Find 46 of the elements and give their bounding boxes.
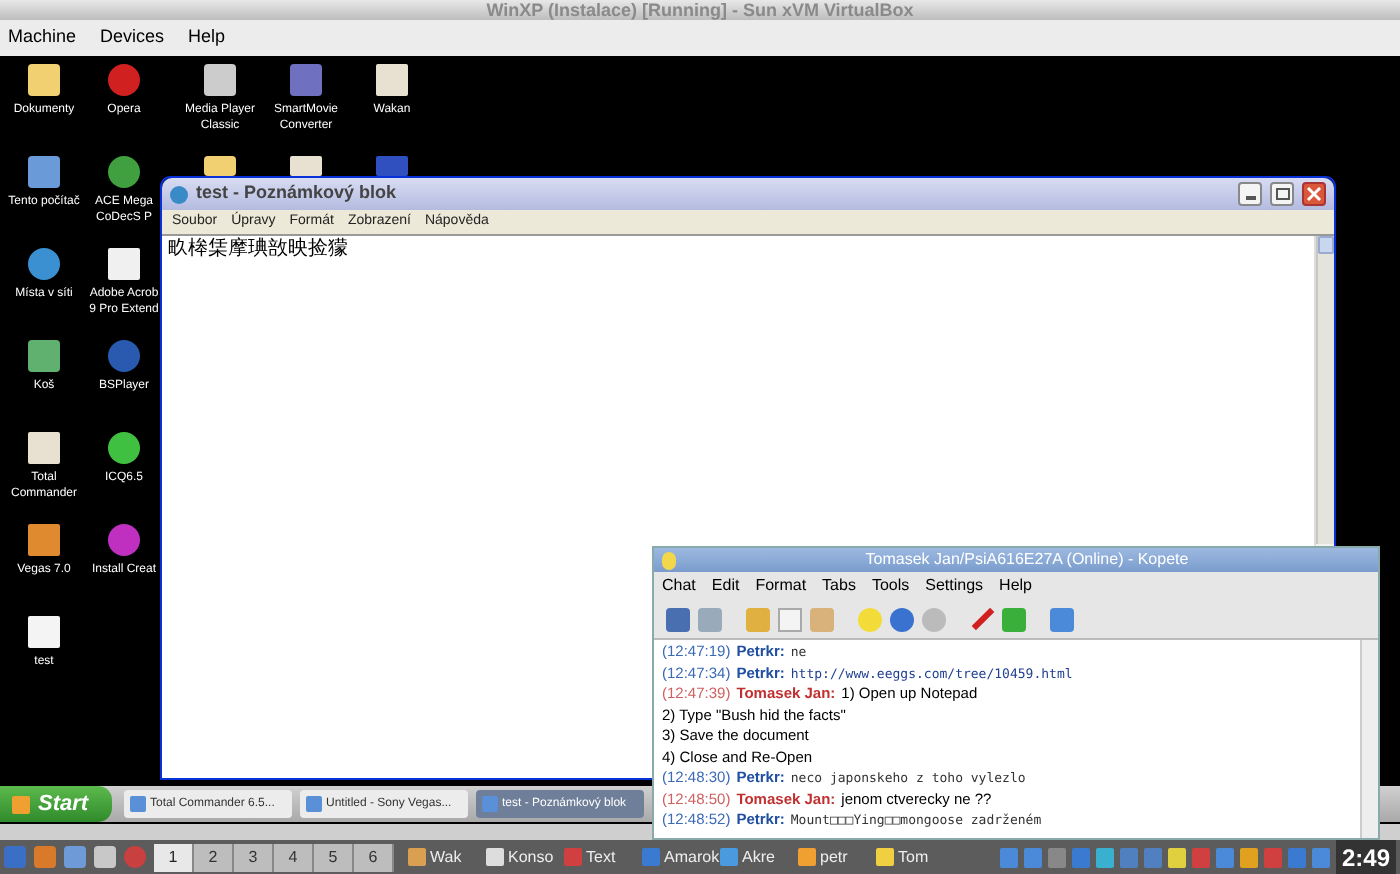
app-icon — [876, 848, 894, 866]
desktop-button[interactable]: 4 — [274, 843, 314, 871]
app-icon — [130, 796, 146, 812]
desktop-button[interactable]: 2 — [194, 843, 234, 871]
menu-item[interactable]: Machine — [8, 24, 77, 52]
app-icon — [798, 848, 816, 866]
scrollbar[interactable] — [1316, 236, 1334, 544]
menu-item[interactable]: Edit — [711, 574, 740, 598]
app-icon — [482, 796, 498, 812]
menu-item[interactable]: Chat — [662, 574, 696, 598]
desktop-button[interactable]: 1 — [154, 843, 194, 871]
close-button[interactable] — [1302, 182, 1326, 206]
window-title: Tomasek Jan/PsiA616E27A (Online) - Kopete — [863, 548, 1191, 572]
menu-item[interactable]: Help — [188, 24, 226, 52]
app-icon — [720, 848, 738, 866]
desktop-button[interactable]: 3 — [234, 843, 274, 871]
window-title: WinXP (Instalace) [Running] - Sun xVM VirtualBox — [486, 0, 914, 20]
desktop-button[interactable]: 6 — [354, 843, 394, 871]
menu-item[interactable]: Tools — [871, 574, 910, 598]
scrollbar[interactable] — [1360, 640, 1378, 838]
task-button[interactable]: Text — [564, 843, 636, 871]
menu-item[interactable]: Tabs — [822, 574, 856, 598]
task-button[interactable]: Wak — [408, 843, 480, 871]
app-icon — [564, 848, 582, 866]
task-button[interactable]: petr — [798, 843, 870, 871]
menu-item[interactable]: Devices — [100, 24, 165, 52]
app-icon — [408, 848, 426, 866]
app-icon[interactable] — [108, 524, 140, 556]
document-text: 畂桳栠摩琠敨映捡獴 — [166, 236, 350, 262]
task-button[interactable]: Tom — [876, 843, 948, 871]
app-icon[interactable] — [108, 156, 140, 188]
start-label: Start — [38, 789, 89, 820]
task-button[interactable]: Konso — [486, 843, 558, 871]
task-button[interactable]: Akre — [720, 843, 792, 871]
task-button[interactable]: Amarok — [642, 843, 714, 871]
maximize-button[interactable] — [1270, 182, 1294, 206]
window-title: test - Poznámkový blok — [196, 180, 397, 207]
menu-item[interactable]: Help — [999, 574, 1032, 598]
menu-item[interactable]: Format — [755, 574, 807, 598]
app-icon — [486, 848, 504, 866]
menu-item[interactable]: Settings — [925, 574, 984, 598]
app-icon — [306, 796, 322, 812]
desktop-button[interactable]: 5 — [314, 843, 354, 871]
app-icon — [642, 848, 660, 866]
minimize-button[interactable] — [1238, 182, 1262, 206]
clock[interactable]: 2:49 — [1335, 839, 1396, 874]
